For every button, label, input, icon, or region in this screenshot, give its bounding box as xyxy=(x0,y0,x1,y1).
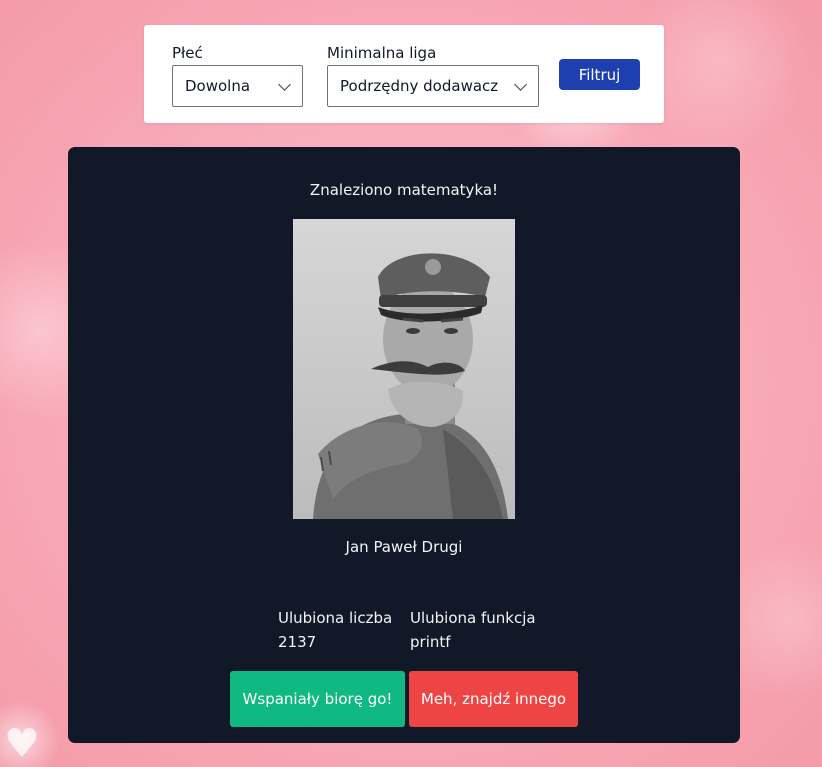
accept-button[interactable]: Wspaniały biorę go! xyxy=(230,671,405,727)
filter-button[interactable]: Filtruj xyxy=(559,59,640,90)
mathematician-card: Znaleziono matematyka! Jan Paweł Drugi U… xyxy=(68,147,740,743)
mathematician-name: Jan Paweł Drugi xyxy=(345,538,463,556)
chevron-down-icon xyxy=(514,78,527,91)
chevron-down-icon xyxy=(278,78,291,91)
reject-button[interactable]: Meh, znajdź innego xyxy=(409,671,578,727)
league-select-value: Podrzędny dodawacz xyxy=(340,77,499,95)
favorite-number-label: Ulubiona liczba xyxy=(278,609,393,627)
heart-icon: ♥ xyxy=(4,721,40,767)
gender-label: Płeć xyxy=(172,44,203,62)
found-message: Znaleziono matematyka! xyxy=(309,181,499,199)
filter-panel: Płeć Dowolna Minimalna liga Podrzędny do… xyxy=(144,25,664,123)
mathematician-photo xyxy=(293,219,515,519)
favorite-function-label: Ulubiona funkcja xyxy=(410,609,536,627)
favorite-function: Ulubiona funkcja printf xyxy=(410,606,536,654)
favorite-number-value: 2137 xyxy=(278,633,317,651)
gender-select-value: Dowolna xyxy=(185,77,251,95)
favorite-function-value: printf xyxy=(410,633,451,651)
league-select[interactable]: Podrzędny dodawacz xyxy=(327,65,539,107)
league-label: Minimalna liga xyxy=(327,44,437,62)
gender-select[interactable]: Dowolna xyxy=(172,65,303,107)
favorite-number: Ulubiona liczba 2137 xyxy=(278,606,392,654)
